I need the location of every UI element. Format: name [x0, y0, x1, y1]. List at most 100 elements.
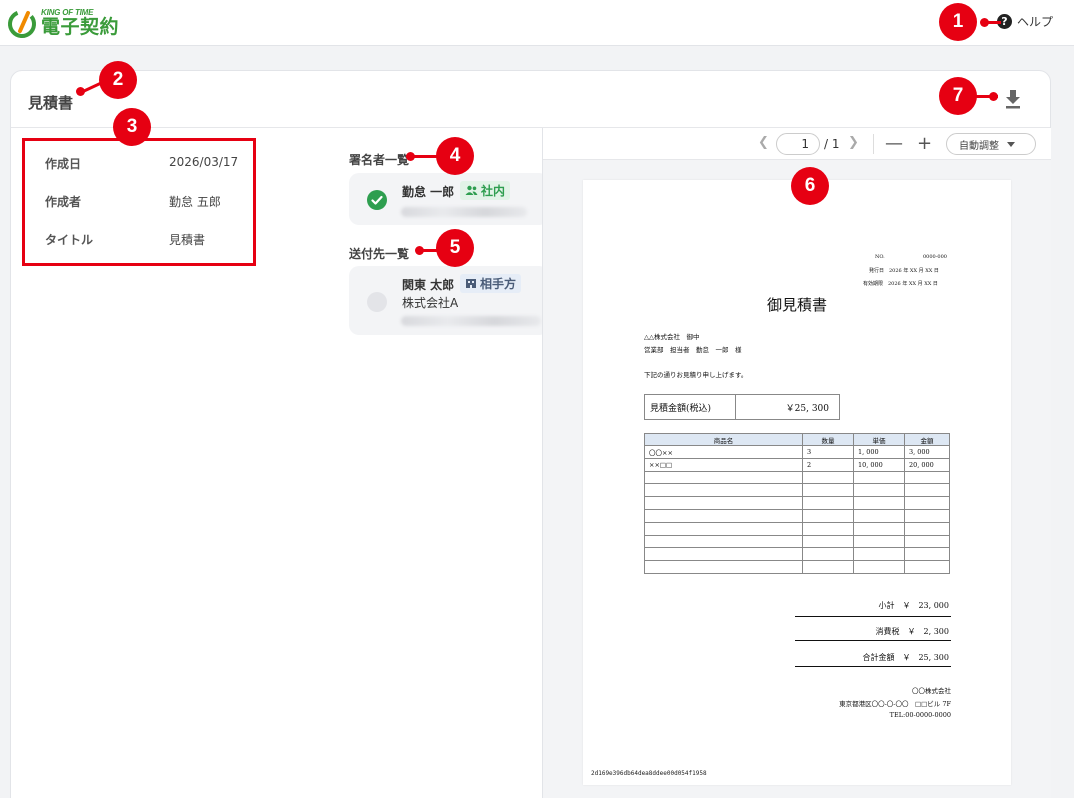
table-cell — [644, 496, 803, 510]
table-row — [644, 521, 950, 536]
table-cell — [802, 508, 854, 523]
internal-tag: 社内 — [460, 181, 511, 200]
total-rule — [795, 666, 951, 667]
marker-7-dot — [989, 92, 998, 101]
recipients-label: 送付先一覧 — [349, 247, 410, 261]
table-cell — [802, 496, 854, 510]
building-icon — [466, 279, 476, 288]
table-row — [644, 534, 950, 549]
marker-4: 4 — [436, 137, 474, 175]
app-logo[interactable]: KING OF TIME 電子契約 — [6, 6, 119, 40]
meta-expiry-date: 有効期限 2026 年 XX 月 XX 日 — [863, 281, 938, 287]
table-cell — [802, 521, 854, 536]
table-row: ××□□ 2 10, 000 20, 000 — [644, 457, 950, 472]
table-cell: 10, 000 — [853, 457, 905, 472]
column-header: 商品名 — [644, 433, 803, 446]
tag-label: 相手方 — [480, 277, 517, 291]
table-cell — [853, 508, 905, 523]
download-icon — [1006, 90, 1020, 109]
viewer-toolbar: ❮ 1 / 1 ❯ — + 自動調整 — [543, 128, 1051, 160]
marker-4-dot — [406, 152, 415, 161]
info-value: 見積書 — [169, 233, 206, 247]
table-cell — [644, 470, 803, 485]
signer-card[interactable]: 勤怠 一郎 社内 — [349, 173, 549, 225]
table-cell: 1, 000 — [853, 445, 905, 459]
to-person: 営業部 担当者 勤怠 一郎 様 — [644, 346, 742, 354]
table-row — [644, 483, 950, 498]
marker-3: 3 — [113, 108, 151, 146]
recipient-company: 株式会社A — [402, 296, 459, 310]
next-page-button[interactable]: ❯ — [848, 135, 859, 150]
info-row-title: タイトル 見積書 — [45, 231, 205, 248]
table-row — [644, 496, 950, 510]
info-key: 作成日 — [45, 157, 82, 171]
table-cell — [644, 560, 803, 574]
recipient-card[interactable]: 関東 太郎 相手方 株式会社A — [349, 266, 549, 335]
redacted-email — [401, 316, 541, 326]
table-cell — [904, 470, 950, 485]
info-key: 作成者 — [45, 195, 82, 209]
table-cell — [644, 534, 803, 549]
table-cell — [802, 483, 854, 498]
document-title: 見積書 — [28, 94, 74, 112]
external-tag: 相手方 — [460, 274, 522, 293]
column-header: 単価 — [853, 433, 905, 446]
zoom-select-label: 自動調整 — [959, 140, 999, 152]
quote-title: 御見積書 — [766, 296, 827, 314]
total: 合計金額 ￥ 25, 300 — [862, 653, 949, 662]
table-row: 〇〇×× 3 1, 000 3, 000 — [644, 445, 950, 459]
table-cell — [802, 534, 854, 549]
table-cell — [644, 521, 803, 536]
table-cell — [904, 547, 950, 562]
table-cell — [802, 470, 854, 485]
redacted-email — [401, 207, 527, 217]
zoom-out-button[interactable]: — — [885, 133, 903, 155]
table-cell — [802, 547, 854, 562]
table-header-row: 商品名 数量 単価 金額 — [644, 433, 950, 446]
column-header: 金額 — [904, 433, 950, 446]
document-page: NO. 0000-000 発行日 2026 年 XX 月 XX 日 有効期限 2… — [583, 180, 1011, 785]
table-cell — [853, 534, 905, 549]
tax: 消費税 ￥ 2, 300 — [875, 627, 949, 636]
help-link[interactable]: ? ヘルプ — [997, 13, 1053, 30]
table-cell — [644, 508, 803, 523]
table-cell: 2 — [802, 457, 854, 472]
marker-5-dot — [415, 246, 424, 255]
help-label: ヘルプ — [1017, 15, 1054, 29]
prev-page-button[interactable]: ❮ — [758, 135, 769, 150]
meta-issue-date: 発行日 2026 年 XX 月 XX 日 — [869, 268, 939, 274]
table-cell: 〇〇×× — [644, 445, 803, 459]
download-button[interactable] — [1003, 88, 1023, 110]
zoom-select[interactable]: 自動調整 — [946, 133, 1036, 155]
amount-value: ￥25, 300 — [785, 403, 829, 414]
table-cell — [904, 483, 950, 498]
table-cell: 3, 000 — [904, 445, 950, 459]
recipient-name: 関東 太郎 — [402, 278, 455, 292]
table-cell — [904, 521, 950, 536]
marker-2-dot — [76, 87, 85, 96]
marker-1-dot — [980, 18, 989, 27]
page-number-input[interactable]: 1 — [776, 133, 820, 155]
amount-label: 見積金額(税込) — [645, 395, 736, 419]
signers-label: 署名者一覧 — [349, 153, 410, 167]
zoom-in-button[interactable]: + — [917, 133, 932, 155]
document-hash: 2d169e396db64dea8ddee00d054f1958 — [591, 770, 707, 777]
logo-mark-icon — [6, 7, 38, 39]
marker-7: 7 — [939, 77, 977, 115]
tag-label: 社内 — [481, 184, 506, 198]
caret-down-icon — [1007, 141, 1015, 147]
info-row-creator: 作成者 勤怠 五郎 — [45, 193, 221, 210]
info-value: 勤怠 五郎 — [169, 195, 221, 209]
column-header: 数量 — [802, 433, 854, 446]
table-cell — [644, 483, 803, 498]
table-cell — [853, 547, 905, 562]
table-row — [644, 547, 950, 562]
issuer-address: 東京都港区〇〇-〇-〇〇 □□ビル 7F — [839, 700, 951, 708]
card-header: 見積書 — [11, 71, 1050, 128]
meta-no-value: 0000-000 — [923, 254, 947, 260]
marker-6: 6 — [791, 167, 829, 205]
issuer-company: 〇〇株式会社 — [912, 687, 951, 695]
intro-text: 下記の通りお見積り申し上げます。 — [644, 371, 748, 379]
table-cell — [904, 560, 950, 574]
top-bar: KING OF TIME 電子契約 ? ヘルプ — [0, 0, 1074, 46]
